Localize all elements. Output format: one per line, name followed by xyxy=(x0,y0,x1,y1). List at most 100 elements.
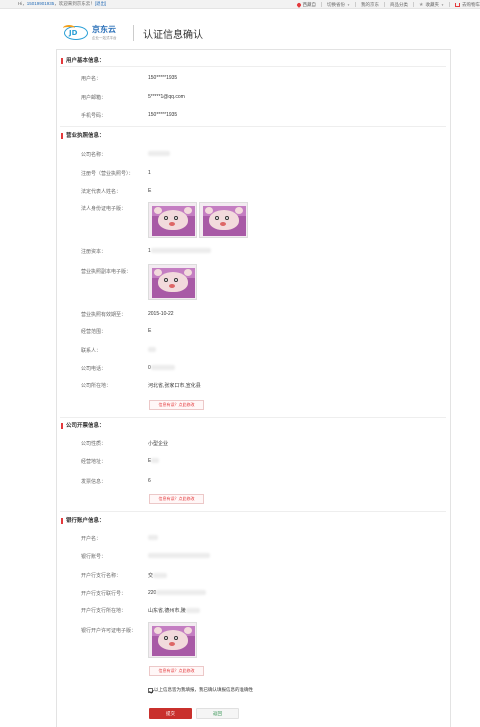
field-value-company-type: 小型企业 xyxy=(148,441,169,447)
page-title: 认证信息确认 xyxy=(143,30,203,41)
license-copy-image[interactable] xyxy=(148,264,197,300)
field-label-contact: 联系人： xyxy=(81,348,102,354)
field-value-username: 150*****1935 xyxy=(148,75,178,81)
field-label-company-name: 公司名称： xyxy=(81,152,107,158)
field-value-company-name xyxy=(148,151,170,157)
id-card-back-image[interactable] xyxy=(199,202,248,238)
field-value-phone: 150*****1935 xyxy=(148,112,178,118)
redacted-text xyxy=(153,573,168,579)
star-icon: ★ xyxy=(419,1,424,8)
username-link[interactable]: 15019901935 xyxy=(27,1,55,6)
section-divider xyxy=(60,66,446,67)
jd-logo-icon[interactable]: JD xyxy=(63,25,88,40)
field-value-invoice-info: 6 xyxy=(148,478,151,484)
field-value-account-number xyxy=(148,553,210,559)
logo-subtitle: 企业一站式平台 xyxy=(92,36,117,40)
submit-button[interactable]: 提交 xyxy=(149,708,192,719)
divider xyxy=(413,2,415,7)
redacted-text xyxy=(148,347,156,353)
section-divider xyxy=(60,511,446,512)
page-header: JD 京东云 企业一站式平台 认证信息确认 xyxy=(60,22,360,44)
redacted-text xyxy=(148,535,158,541)
my-center-link[interactable]: 我的京东 xyxy=(361,2,379,8)
logo-text: 京东云 xyxy=(92,25,116,34)
section-title-bank: 银行账户信息： xyxy=(61,518,105,524)
field-value-contact xyxy=(148,347,156,353)
field-label-invoice-info: 发票信息： xyxy=(81,479,107,485)
divider xyxy=(355,2,357,7)
switch-region-menu[interactable]: 切换省份 ▼ xyxy=(327,2,350,8)
field-label-license-expiry: 营业执照有效期至： xyxy=(81,312,127,318)
greeting: Hi，15019901935，欢迎来到京东云！[退出] xyxy=(18,1,106,7)
redacted-text xyxy=(151,458,160,464)
edit-tax-button[interactable]: 信息有误？点此修改 xyxy=(149,494,204,504)
field-label-company-phone: 公司电话： xyxy=(81,366,107,372)
field-label-id-card: 法人身份证电子版： xyxy=(81,206,127,212)
field-value-branch-location: 山东省,德州市,陵 xyxy=(148,607,200,614)
section-title-tax: 公司开票信息： xyxy=(61,423,105,429)
bank-permit-image[interactable] xyxy=(148,622,197,658)
field-value-reg-number: 1 xyxy=(148,170,151,176)
divider xyxy=(449,2,450,7)
location-selector[interactable]: 西藏自 xyxy=(295,1,316,8)
top-bar: Hi，15019901935，欢迎来到京东云！[退出] 西藏自 切换省份 ▼ 我的… xyxy=(0,0,480,9)
field-label-license-copy: 营业执照副本电子版： xyxy=(81,269,132,275)
field-value-account-name xyxy=(148,535,158,541)
edit-license-button[interactable]: 信息有误？点此修改 xyxy=(149,400,204,410)
back-button[interactable]: 返回 xyxy=(196,708,239,719)
field-label-account-number: 银行账号： xyxy=(81,554,107,560)
redacted-text xyxy=(148,151,170,157)
field-value-company-phone: 0 xyxy=(148,365,175,371)
section-title-basic: 用户基本信息： xyxy=(61,58,105,64)
field-value-branch-code: 220 xyxy=(148,590,207,596)
location-pin-icon xyxy=(295,1,302,8)
field-value-branch-name: 交 xyxy=(148,572,168,579)
redacted-text xyxy=(156,590,207,596)
field-value-business-scope: E xyxy=(148,328,152,334)
top-bar-right: 西藏自 切换省份 ▼ 我的京东 商品分类 ★ 收藏夹 ▼ 去购物车 xyxy=(295,1,480,8)
field-label-business-address: 经营地址： xyxy=(81,459,107,465)
divider xyxy=(384,2,386,7)
header-divider xyxy=(133,25,134,41)
field-label-branch-name: 开户行支行名称： xyxy=(81,573,122,579)
confirmation-card xyxy=(56,49,451,727)
redacted-text xyxy=(150,365,175,371)
logout-link[interactable]: [退出] xyxy=(95,1,107,6)
field-label-username: 用户名： xyxy=(81,76,102,82)
field-label-reg-number: 注册号（营业执照号）： xyxy=(81,171,134,177)
field-label-phone: 手机号码： xyxy=(81,113,107,119)
agreement-row: 以上信息皆为我填报，我已确认填报信息的准确性 xyxy=(148,687,253,693)
field-value-capital: 1 xyxy=(148,248,211,254)
greeting-prefix: Hi， xyxy=(18,1,27,6)
agreement-text: 以上信息皆为我填报，我已确认填报信息的准确性 xyxy=(154,687,253,692)
edit-bank-button[interactable]: 信息有误？点此修改 xyxy=(149,666,204,676)
agreement-checkbox[interactable] xyxy=(148,687,153,693)
field-value-email: 5*****1@qq.com xyxy=(148,94,185,100)
field-value-business-address: E xyxy=(148,458,160,464)
field-label-account-name: 开户名： xyxy=(81,536,102,542)
redacted-text xyxy=(185,608,200,614)
section-divider xyxy=(60,417,446,418)
chevron-down-icon: ▼ xyxy=(441,2,444,7)
redacted-text xyxy=(148,553,210,559)
field-label-legal-rep: 法定代表人姓名： xyxy=(81,189,122,195)
field-label-email: 用户邮箱： xyxy=(81,95,107,101)
greeting-suffix: ，欢迎来到京东云！ xyxy=(54,1,95,6)
categories-link[interactable]: 商品分类 xyxy=(390,2,408,8)
cart-link[interactable]: 去购物车 xyxy=(455,2,480,8)
field-label-company-type: 公司性质： xyxy=(81,441,107,447)
section-title-license: 营业执照信息： xyxy=(61,133,105,139)
id-card-front-image[interactable] xyxy=(148,202,197,238)
field-label-bank-permit: 银行开户许可证电子版： xyxy=(81,628,137,634)
favorites-menu[interactable]: ★ 收藏夹 ▼ xyxy=(419,2,444,8)
field-value-legal-rep: E xyxy=(148,188,152,194)
divider xyxy=(321,2,323,7)
field-label-branch-location: 开户行支行所在地： xyxy=(81,608,127,614)
redacted-text xyxy=(150,248,211,254)
field-label-capital: 注册资本： xyxy=(81,249,107,255)
field-label-business-scope: 经营范围： xyxy=(81,329,107,335)
field-value-license-expiry: 2015-10-22 xyxy=(148,311,174,317)
chevron-down-icon: ▼ xyxy=(347,2,351,7)
section-divider xyxy=(60,126,446,127)
field-value-company-location: 河北省,张家口市,宣化县 xyxy=(148,383,201,389)
